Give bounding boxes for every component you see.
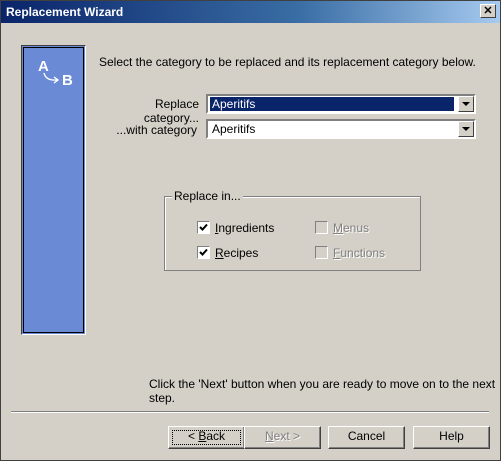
functions-checkbox[interactable] <box>315 246 328 259</box>
with-category-dropdown-button[interactable] <box>458 121 474 137</box>
title-bar[interactable]: Replacement Wizard ✕ <box>1 1 500 23</box>
window-title: Replacement Wizard <box>6 5 124 19</box>
next-button-rest: ext > <box>273 429 301 443</box>
functions-label: Functions <box>333 246 385 260</box>
instruction-text: Select the category to be replaced and i… <box>99 55 476 69</box>
recipes-checkbox[interactable] <box>197 246 210 259</box>
checkmark-icon <box>199 223 208 231</box>
chevron-down-icon <box>462 102 470 106</box>
icon-letter-a: A <box>38 58 49 75</box>
with-category-value: Aperitifs <box>212 122 256 136</box>
functions-label-rest: unctions <box>340 246 386 260</box>
menus-accelerator: M <box>333 221 343 235</box>
close-button[interactable]: ✕ <box>480 4 496 18</box>
recipes-label[interactable]: Recipes <box>215 246 258 260</box>
next-button[interactable]: Next > <box>244 426 321 449</box>
replace-category-select[interactable]: Aperitifs <box>206 94 476 114</box>
next-button-accelerator: N <box>264 429 274 443</box>
replace-category-dropdown-button[interactable] <box>458 96 474 112</box>
close-icon: ✕ <box>483 5 493 17</box>
footer-instruction-text: Click the 'Next' button when you are rea… <box>149 377 496 405</box>
recipes-accelerator: R <box>215 246 224 260</box>
recipes-label-rest: ecipes <box>223 246 259 260</box>
checkmark-icon <box>199 248 208 256</box>
replace-in-legend: Replace in... <box>172 189 243 203</box>
replace-category-value: Aperitifs <box>210 97 454 111</box>
replace-category-label: Replace category... <box>143 97 199 125</box>
menus-checkbox[interactable] <box>315 221 328 234</box>
help-button[interactable]: Help <box>413 426 490 449</box>
back-button-prefix: < <box>187 429 199 443</box>
icon-letter-b: B <box>62 72 73 89</box>
with-category-label: ...with category <box>116 123 197 137</box>
button-separator <box>11 411 489 413</box>
with-category-select[interactable]: Aperitifs <box>206 119 476 139</box>
a-to-b-replace-icon: A B <box>38 58 73 89</box>
cancel-button[interactable]: Cancel <box>328 426 405 449</box>
chevron-down-icon <box>462 127 470 131</box>
side-panel-frame: A B <box>23 47 84 333</box>
ingredients-label-rest: ngredients <box>218 221 275 235</box>
replacement-wizard-window: Replacement Wizard ✕ A B Select the cate… <box>0 0 501 461</box>
menus-label: Menus <box>333 221 369 235</box>
wizard-side-panel: A B <box>21 45 86 335</box>
ingredients-checkbox[interactable] <box>197 221 210 234</box>
back-button[interactable]: < Back <box>168 426 245 449</box>
ingredients-label[interactable]: Ingredients <box>215 221 274 235</box>
menus-label-rest: enus <box>343 221 370 235</box>
back-button-rest: ack <box>206 429 226 443</box>
